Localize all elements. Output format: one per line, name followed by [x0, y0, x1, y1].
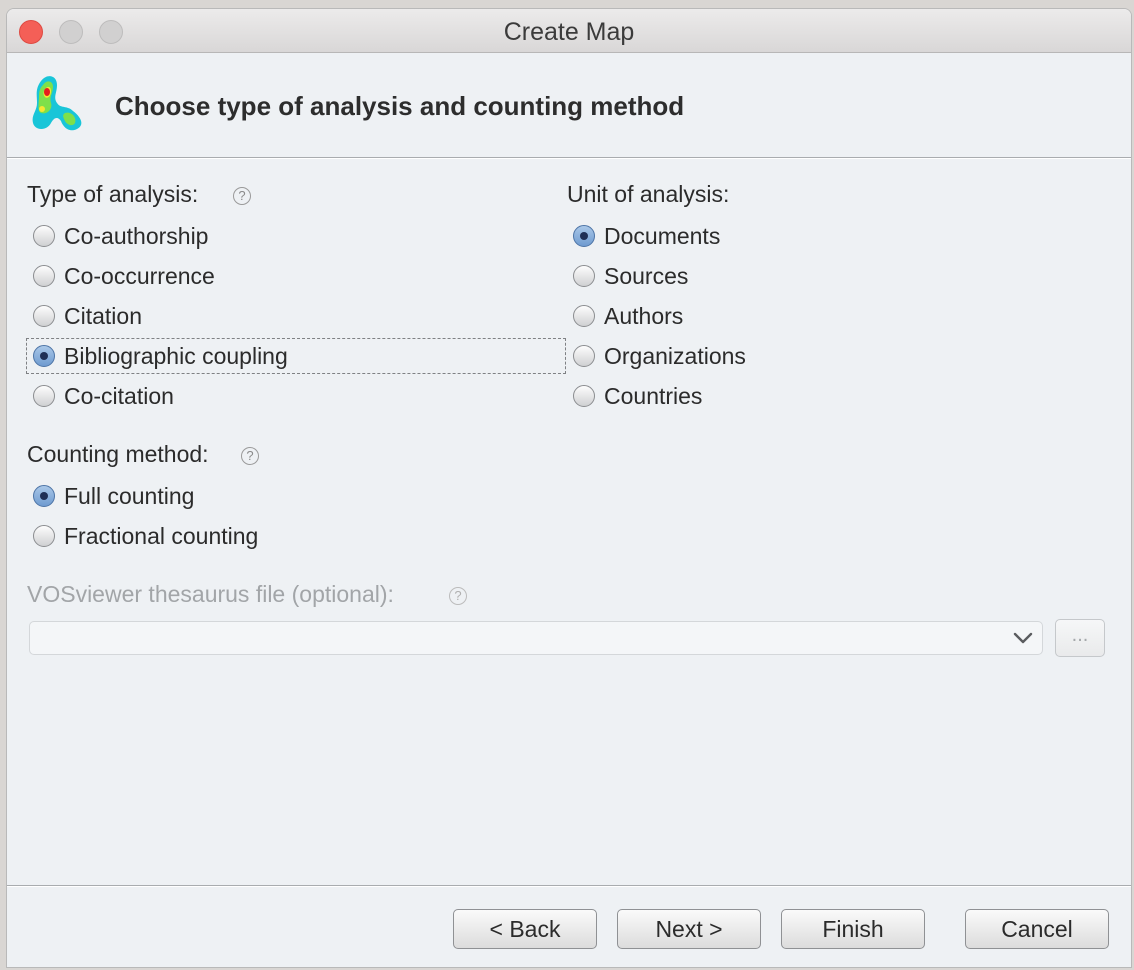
type-of-analysis-label: Type of analysis:: [27, 181, 199, 207]
unit-of-analysis-label: Unit of analysis:: [567, 181, 730, 207]
footer-divider: [7, 885, 1131, 887]
cancel-button[interactable]: Cancel: [965, 909, 1109, 949]
header-divider: [7, 157, 1131, 159]
radio-button[interactable]: [573, 225, 595, 247]
title-bar[interactable]: Create Map: [7, 9, 1131, 53]
create-map-dialog: Create Map Choose type of analysis and c…: [6, 8, 1132, 968]
radio-fractional-counting[interactable]: Fractional counting: [33, 519, 258, 553]
radio-button[interactable]: [573, 345, 595, 367]
counting-method-label: Counting method:: [27, 441, 209, 467]
radio-button[interactable]: [33, 525, 55, 547]
radio-button[interactable]: [573, 385, 595, 407]
radio-authors[interactable]: Authors: [573, 299, 683, 333]
radio-documents[interactable]: Documents: [573, 219, 720, 253]
radio-countries[interactable]: Countries: [573, 379, 702, 413]
radio-bibliographic-coupling[interactable]: Bibliographic coupling: [26, 338, 566, 374]
radio-button[interactable]: [573, 265, 595, 287]
vosviewer-density-logo-icon: [32, 76, 82, 131]
radio-label: Documents: [604, 222, 721, 249]
radio-button[interactable]: [573, 305, 595, 327]
radio-button[interactable]: [33, 265, 55, 287]
radio-label: Co-citation: [64, 382, 174, 409]
radio-button[interactable]: [33, 225, 55, 247]
radio-label: Co-authorship: [64, 222, 209, 249]
wizard-step-title: Choose type of analysis and counting met…: [115, 91, 685, 121]
thesaurus-file-combobox[interactable]: [29, 621, 1043, 655]
browse-thesaurus-button[interactable]: ...: [1055, 619, 1105, 657]
window-title: Create Map: [503, 18, 635, 46]
chevron-down-icon[interactable]: [1012, 626, 1034, 650]
radio-label: Fractional counting: [64, 522, 259, 549]
radio-co-citation[interactable]: Co-citation: [33, 379, 174, 413]
finish-button[interactable]: Finish: [781, 909, 925, 949]
back-button[interactable]: < Back: [453, 909, 597, 949]
radio-label: Sources: [604, 262, 689, 289]
radio-co-authorship[interactable]: Co-authorship: [33, 219, 208, 253]
radio-label: Citation: [64, 302, 142, 329]
radio-button[interactable]: [33, 345, 55, 367]
radio-label: Full counting: [64, 482, 195, 509]
radio-button[interactable]: [33, 485, 55, 507]
next-button[interactable]: Next >: [617, 909, 761, 949]
radio-sources[interactable]: Sources: [573, 259, 688, 293]
radio-full-counting[interactable]: Full counting: [33, 479, 194, 513]
radio-label: Bibliographic coupling: [64, 342, 288, 369]
radio-label: Countries: [604, 382, 703, 409]
radio-co-occurrence[interactable]: Co-occurrence: [33, 259, 215, 293]
thesaurus-file-label: VOSviewer thesaurus file (optional):: [27, 581, 394, 607]
radio-label: Authors: [604, 302, 684, 329]
radio-button[interactable]: [33, 385, 55, 407]
radio-organizations[interactable]: Organizations: [573, 339, 746, 373]
help-icon[interactable]: ?: [449, 587, 467, 605]
help-icon[interactable]: ?: [241, 447, 259, 465]
wizard-header: Choose type of analysis and counting met…: [7, 53, 1131, 158]
radio-label: Co-occurrence: [64, 262, 215, 289]
radio-button[interactable]: [33, 305, 55, 327]
radio-label: Organizations: [604, 342, 746, 369]
help-icon[interactable]: ?: [233, 187, 251, 205]
radio-citation[interactable]: Citation: [33, 299, 142, 333]
